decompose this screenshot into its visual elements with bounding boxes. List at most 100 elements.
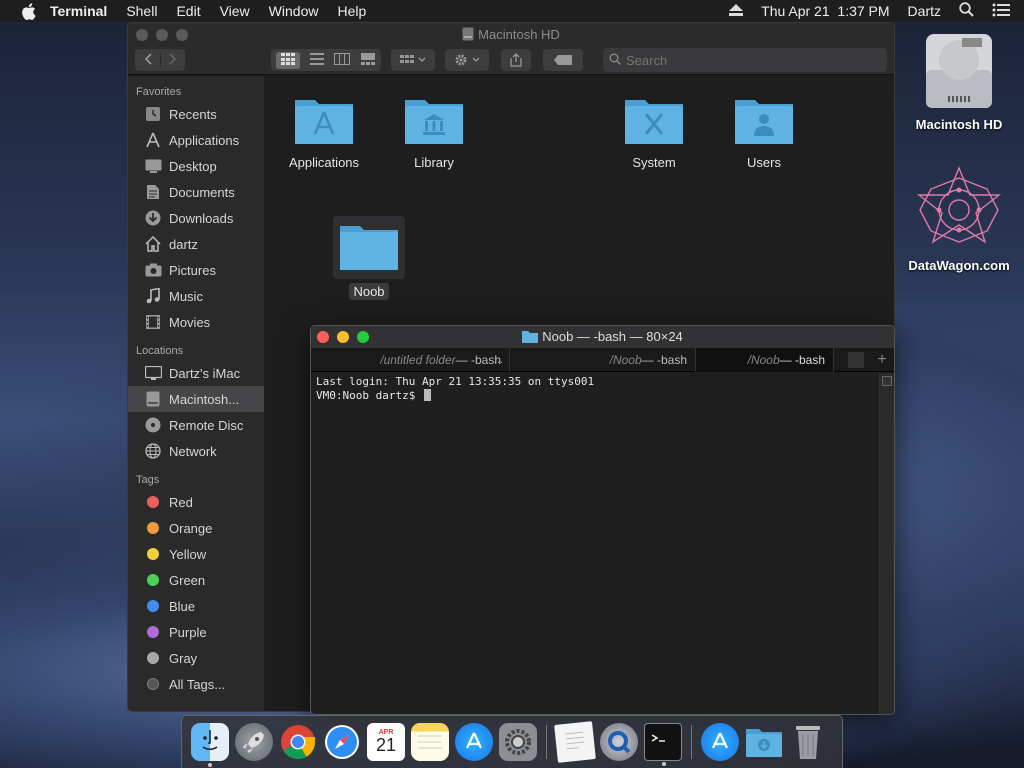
tab-folder: /untitled folder	[380, 353, 456, 367]
sidebar-tag-green[interactable]: Green	[128, 567, 264, 593]
sidebar-item-label: Applications	[169, 132, 240, 148]
apple-menu-icon[interactable]	[18, 1, 38, 21]
running-indicator	[208, 763, 212, 767]
terminal-window: Noob — -bash — 80×24 /untitled folder — …	[310, 325, 895, 715]
sidebar-tag-gray[interactable]: Gray	[128, 645, 264, 671]
back-forward-buttons	[135, 49, 185, 71]
terminal-scrollbar[interactable]	[879, 373, 894, 714]
menu-clock[interactable]: Thu Apr 21 1:37 PM	[761, 3, 889, 19]
text-cursor	[423, 389, 431, 401]
tag-dot-icon	[147, 626, 159, 638]
folder-library[interactable]: Library	[384, 94, 484, 170]
dock-app-store-icon[interactable]	[455, 723, 493, 761]
menu-help[interactable]: Help	[337, 3, 366, 19]
spotlight-search-icon[interactable]	[959, 2, 974, 20]
finder-title-text: Macintosh HD	[478, 27, 560, 42]
sidebar-item-imac[interactable]: Dartz's iMac	[128, 360, 264, 386]
sidebar-tag-yellow[interactable]: Yellow	[128, 541, 264, 567]
applications-icon	[144, 131, 162, 149]
dock-trash-icon[interactable]	[789, 723, 827, 761]
terminal-tab-1[interactable]: /untitled folder — -bash ...	[311, 348, 510, 372]
dock-launchpad-icon[interactable]	[235, 723, 273, 761]
menu-edit[interactable]: Edit	[176, 3, 200, 19]
sidebar-all-tags[interactable]: All Tags...	[128, 671, 264, 697]
folder-icon	[522, 331, 539, 343]
column-view-icon[interactable]	[334, 52, 350, 68]
sidebar-item-home[interactable]: dartz	[128, 231, 264, 257]
tag-dot-icon	[147, 652, 159, 664]
forward-button[interactable]	[160, 52, 185, 68]
menu-user[interactable]: Dartz	[908, 3, 941, 19]
desktop-icon-datawagon[interactable]: DataWagon.com	[899, 165, 1019, 273]
menu-app-terminal[interactable]: Terminal	[50, 3, 107, 19]
folder-icon	[295, 100, 353, 144]
dock-safari-icon[interactable]	[323, 723, 361, 761]
dock-quicktime-icon[interactable]	[600, 723, 638, 761]
selected-folder-highlight	[333, 216, 405, 279]
tab-folder: /Noob	[747, 353, 780, 367]
dock-applications-stack-icon[interactable]	[701, 723, 739, 761]
menu-shell[interactable]: Shell	[126, 3, 157, 19]
gallery-view-icon[interactable]	[360, 52, 376, 68]
dock-chrome-icon[interactable]	[279, 723, 317, 761]
sidebar-tag-orange[interactable]: Orange	[128, 515, 264, 541]
sidebar-item-movies[interactable]: Movies	[128, 309, 264, 335]
share-button[interactable]	[501, 49, 531, 71]
split-pane-icon[interactable]	[882, 376, 892, 386]
sidebar-tag-purple[interactable]: Purple	[128, 619, 264, 645]
sidebar-item-label: Orange	[169, 520, 213, 536]
sidebar-item-label: Desktop	[169, 158, 217, 174]
terminal-output[interactable]: Last login: Thu Apr 21 13:35:35 on ttys0…	[311, 373, 879, 714]
sidebar-item-network[interactable]: Network	[128, 438, 264, 464]
hard-drive-icon	[144, 390, 162, 408]
desktop-icon-macintosh-hd[interactable]: Macintosh HD	[899, 30, 1019, 132]
folder-users[interactable]: Users	[714, 94, 814, 170]
folder-noob[interactable]: Noob	[319, 216, 419, 300]
folder-applications[interactable]: Applications	[274, 94, 374, 170]
dock-notes-icon[interactable]	[411, 723, 449, 761]
notification-center-icon[interactable]	[992, 3, 1010, 20]
view-mode-buttons	[271, 49, 381, 71]
back-button[interactable]	[135, 52, 160, 68]
sidebar-item-label: Red	[169, 494, 193, 510]
list-view-icon[interactable]	[310, 52, 324, 68]
tab-overflow: ...	[493, 354, 503, 366]
search-input[interactable]	[626, 52, 866, 68]
dock-downloads-folder-icon[interactable]	[745, 723, 783, 761]
new-tab-plus-icon[interactable]: +	[870, 348, 894, 372]
sidebar-item-recents[interactable]: Recents	[128, 101, 264, 127]
tab-overview-button[interactable]	[848, 352, 864, 368]
sidebar-section-locations: Locations	[136, 345, 184, 357]
sidebar-item-music[interactable]: Music	[128, 283, 264, 309]
action-gear-button[interactable]	[445, 49, 489, 71]
terminal-tab-3[interactable]: /Noob — -bash	[696, 348, 834, 372]
sidebar-tag-red[interactable]: Red	[128, 489, 264, 515]
folder-icon	[405, 100, 463, 144]
menu-view[interactable]: View	[220, 3, 250, 19]
sidebar-tag-blue[interactable]: Blue	[128, 593, 264, 619]
all-tags-icon	[147, 678, 159, 690]
sidebar-item-documents[interactable]: Documents	[128, 179, 264, 205]
globe-icon	[144, 442, 162, 460]
icon-view-icon[interactable]	[276, 51, 300, 69]
dock-calendar-icon[interactable]: APR 21	[367, 723, 405, 761]
finder-title: Macintosh HD	[128, 27, 894, 42]
terminal-prompt-line: VM0:Noob dartz$	[316, 389, 874, 403]
dock-system-preferences-icon[interactable]	[499, 723, 537, 761]
dock-finder-icon[interactable]	[191, 723, 229, 767]
edit-tags-button[interactable]	[543, 49, 583, 71]
dock-textedit-icon[interactable]	[554, 721, 596, 763]
folder-system[interactable]: System	[604, 94, 704, 170]
sidebar-item-applications[interactable]: Applications	[128, 127, 264, 153]
menu-window[interactable]: Window	[269, 3, 319, 19]
sidebar-item-remote-disc[interactable]: Remote Disc	[128, 412, 264, 438]
dock-terminal-icon[interactable]	[644, 723, 682, 766]
group-by-button[interactable]	[391, 49, 435, 71]
sidebar-item-label: Blue	[169, 598, 196, 614]
terminal-tab-2[interactable]: /Noob — -bash	[510, 348, 696, 372]
sidebar-item-macintosh-hd[interactable]: Macintosh...	[128, 386, 264, 412]
sidebar-item-pictures[interactable]: Pictures	[128, 257, 264, 283]
sidebar-item-desktop[interactable]: Desktop	[128, 153, 264, 179]
eject-icon[interactable]	[729, 3, 744, 19]
sidebar-item-downloads[interactable]: Downloads	[128, 205, 264, 231]
